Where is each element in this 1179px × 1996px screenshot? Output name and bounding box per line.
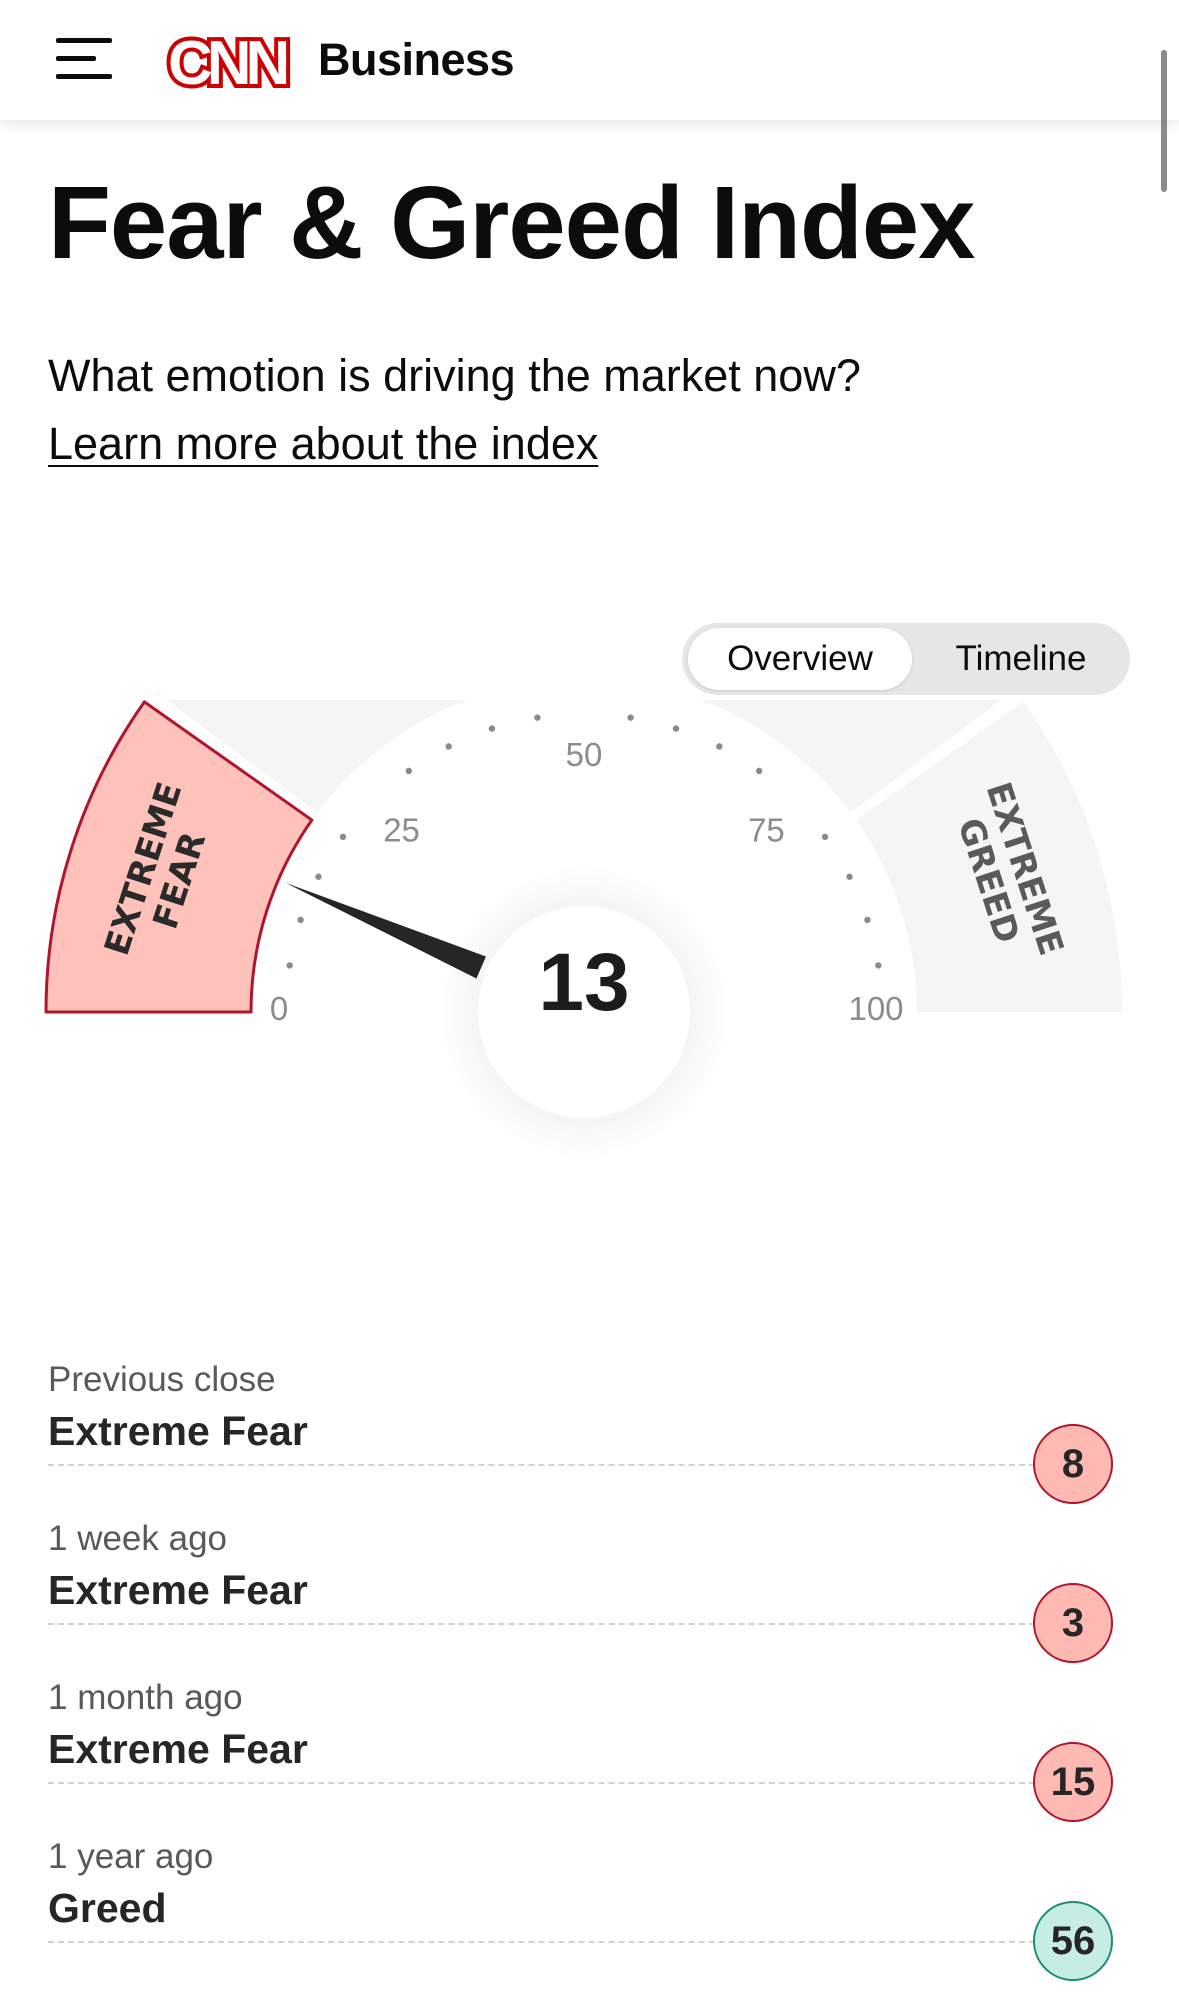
- tick-dot: [864, 916, 871, 924]
- history-rating: Extreme Fear: [48, 1565, 322, 1615]
- history-period: Previous close: [48, 1360, 276, 1399]
- overview-tab[interactable]: Overview: [688, 628, 912, 690]
- dotted-leader: [48, 1941, 1035, 1943]
- tick-label: 75: [748, 812, 785, 849]
- tick-dot: [821, 833, 829, 841]
- learn-more-link[interactable]: Learn more about the index: [48, 414, 598, 474]
- cnn-business-logo[interactable]: CNN Business: [166, 28, 515, 92]
- dotted-leader: [48, 1623, 1035, 1625]
- current-score: 13: [538, 937, 629, 1028]
- tick-dot: [627, 714, 634, 721]
- history-score-badge: 56: [1033, 1901, 1113, 1981]
- history-row: 1 month ago Extreme Fear 15: [48, 1678, 1121, 1837]
- page-scrollbar[interactable]: [1161, 50, 1167, 192]
- tick-dot: [488, 725, 496, 732]
- view-toggle: Overview Timeline: [682, 623, 1130, 695]
- svg-text:CNN: CNN: [168, 29, 287, 92]
- history-rating: Extreme Fear: [48, 1406, 322, 1456]
- timeline-tab[interactable]: Timeline: [916, 628, 1126, 690]
- history-rating: Extreme Fear: [48, 1724, 322, 1774]
- history-rating: Greed: [48, 1883, 181, 1933]
- cnn-logo: CNN: [166, 28, 297, 92]
- tick-dot: [672, 725, 680, 732]
- tick-dot: [716, 743, 723, 750]
- history-row: 1 year ago Greed 56: [48, 1837, 1121, 1996]
- tick-dot: [286, 962, 293, 969]
- history-list: Previous close Extreme Fear 8 1 week ago Ext…: [48, 1360, 1121, 1996]
- tick-dot: [445, 743, 452, 750]
- tick-label: 50: [566, 736, 603, 773]
- history-row: 1 week ago Extreme Fear 3: [48, 1519, 1121, 1678]
- tick-dot: [405, 767, 413, 775]
- history-score-badge: 15: [1033, 1742, 1113, 1822]
- tick-dot: [875, 962, 882, 969]
- tick-dot: [339, 833, 347, 841]
- tick-dot: [297, 916, 304, 924]
- history-period: 1 year ago: [48, 1837, 214, 1876]
- history-period: 1 month ago: [48, 1678, 243, 1717]
- menu-icon[interactable]: [56, 34, 112, 82]
- tick-label: 25: [383, 812, 420, 849]
- history-score-badge: 8: [1033, 1424, 1113, 1504]
- history-row: Previous close Extreme Fear 8: [48, 1360, 1121, 1519]
- history-period: 1 week ago: [48, 1519, 228, 1558]
- tick-dot: [755, 767, 763, 775]
- section-name: Business: [318, 34, 515, 85]
- tick-dot: [846, 873, 853, 880]
- history-score-badge: 3: [1033, 1583, 1113, 1663]
- tick-dot: [315, 873, 322, 880]
- page-title: Fear & Greed Index: [48, 165, 976, 280]
- site-header: CNN Business: [0, 0, 1179, 120]
- page-subtitle: What emotion is driving the market now?: [48, 350, 861, 401]
- tick-label: 0: [270, 990, 288, 1027]
- tick-dot: [534, 714, 541, 721]
- fear-greed-gauge: EXTREMEFEARFEARNEUTRALGREEDEXTREMEGREED …: [44, 700, 1122, 1162]
- tick-label: 100: [848, 990, 903, 1027]
- gauge-needle: [285, 882, 486, 979]
- dotted-leader: [48, 1464, 1035, 1466]
- dotted-leader: [48, 1782, 1035, 1784]
